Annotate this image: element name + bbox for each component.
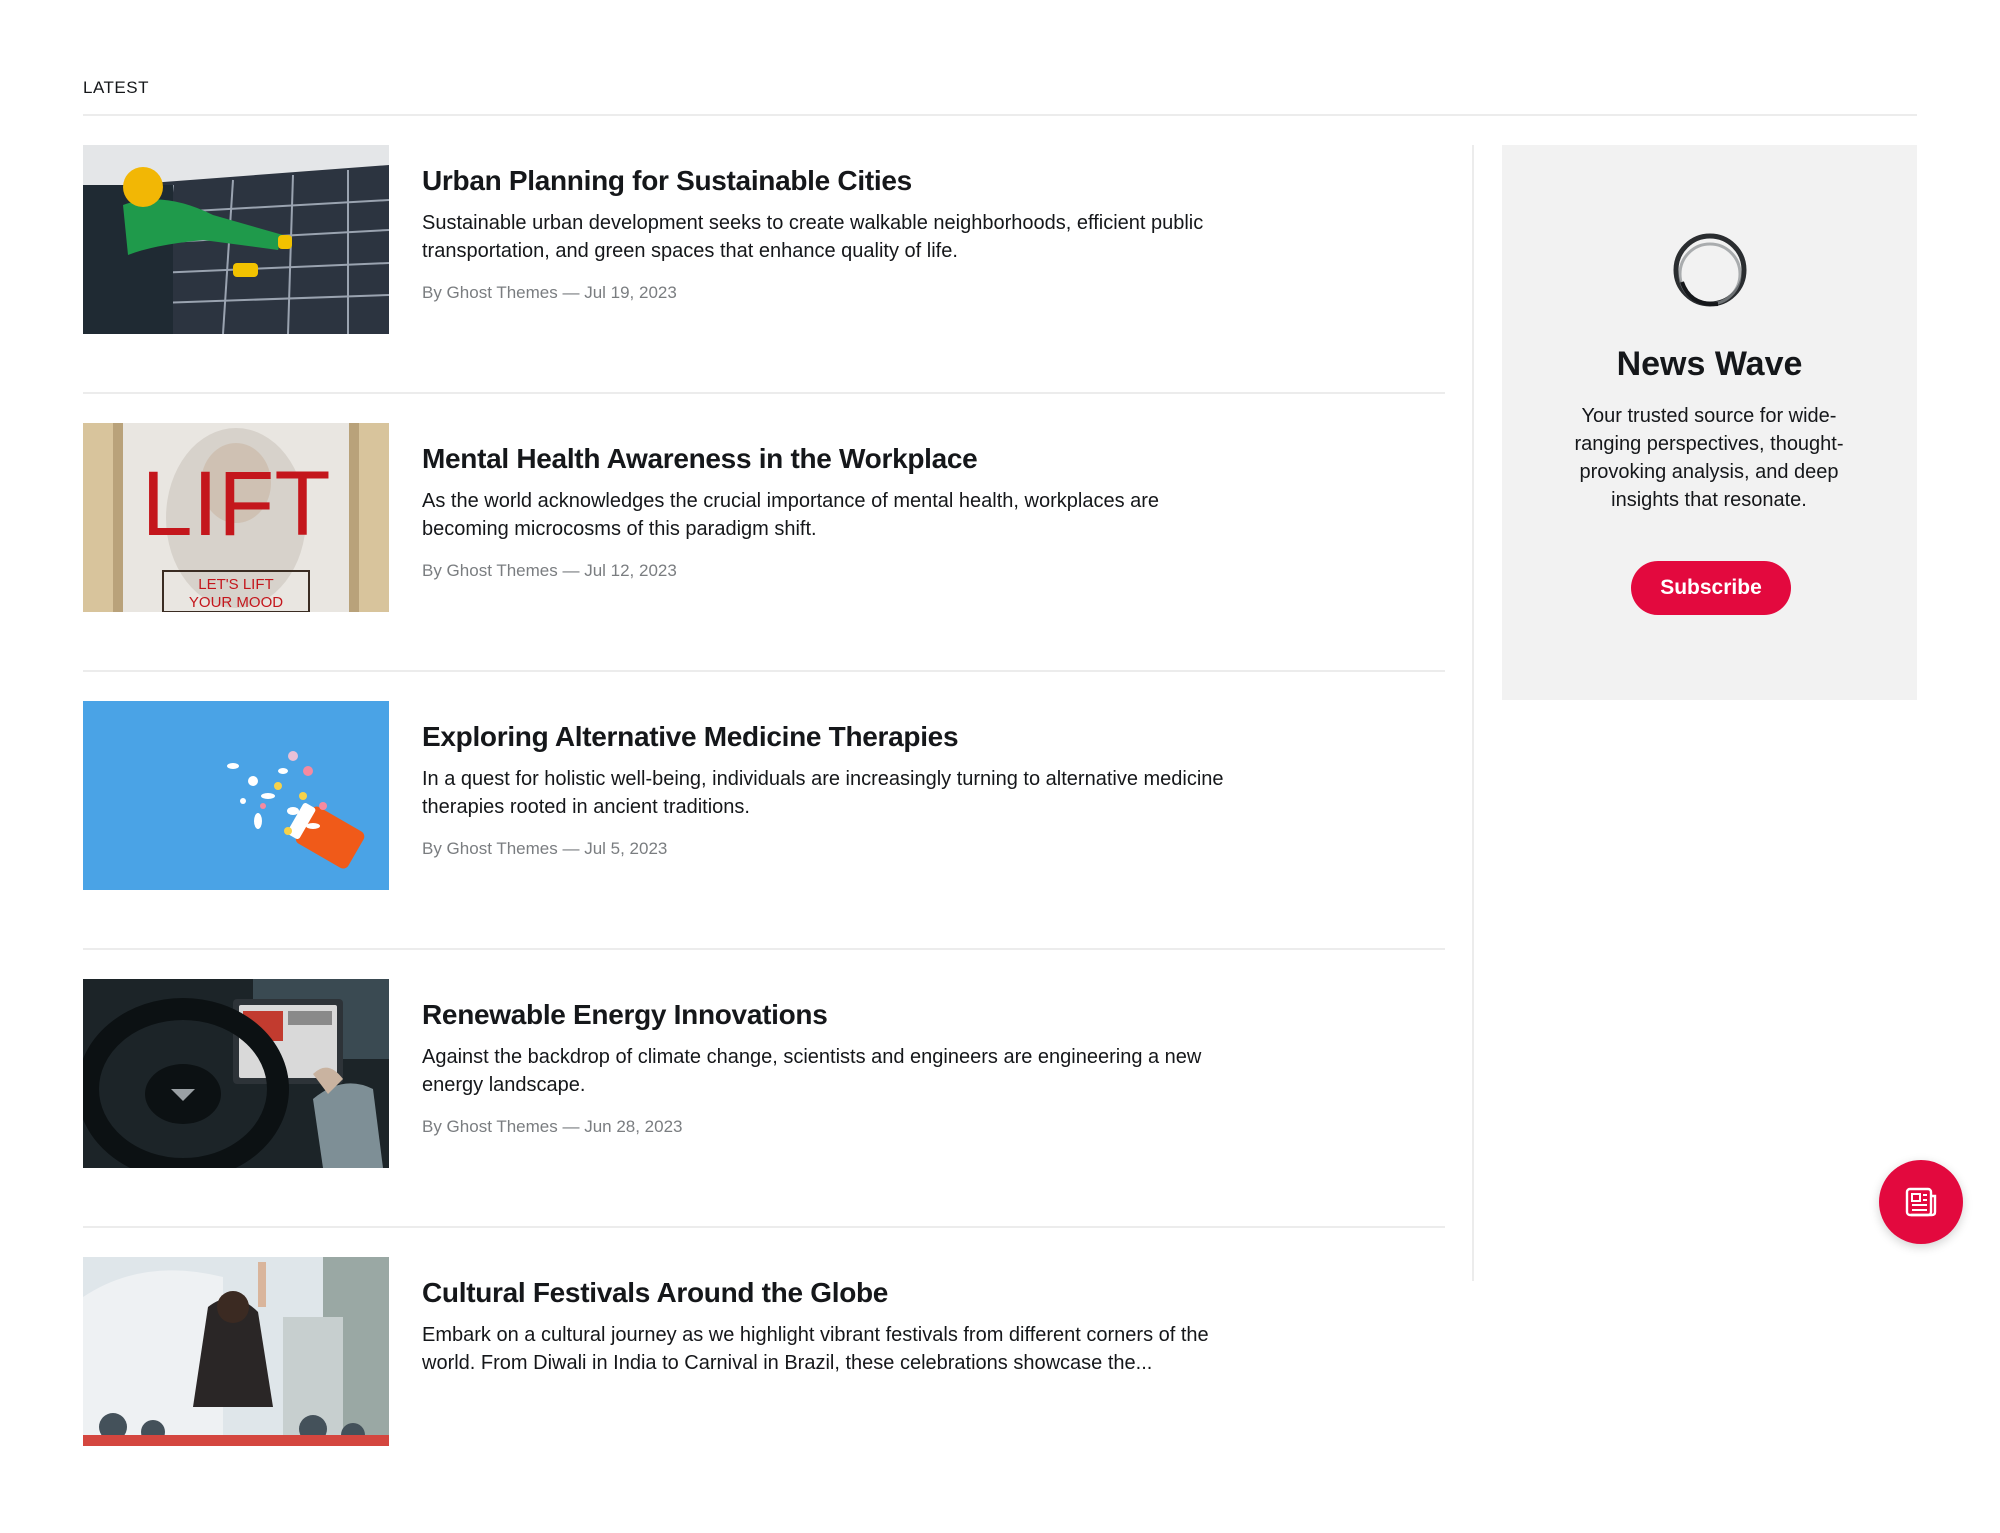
post-card: Exploring Alternative Medicine Therapies… xyxy=(83,701,1445,950)
sidebar-subscribe-card: News Wave Your trusted source for wide-r… xyxy=(1502,145,1917,700)
post-excerpt: Embark on a cultural journey as we highl… xyxy=(422,1324,1209,1374)
post-title[interactable]: Renewable Energy Innovations xyxy=(422,999,1322,1031)
brand-description: Your trusted source for wide-ranging per… xyxy=(1574,405,1844,511)
post-excerpt: Sustainable urban development seeks to c… xyxy=(422,212,1204,262)
post-meta: By Ghost Themes — Jul 12, 2023 xyxy=(422,561,677,580)
column-divider xyxy=(1472,145,1474,1281)
floating-action-button[interactable] xyxy=(1879,1160,1963,1244)
post-body: Renewable Energy Innovations Against the… xyxy=(422,999,1322,1137)
post-feed: Urban Planning for Sustainable Cities Su… xyxy=(83,145,1445,1533)
post-title[interactable]: Cultural Festivals Around the Globe xyxy=(422,1277,1322,1309)
section-label: LATEST xyxy=(83,78,149,97)
car-interior-image xyxy=(83,979,389,1168)
post-meta: By Ghost Themes — Jul 19, 2023 xyxy=(422,283,677,302)
subscribe-button[interactable]: Subscribe xyxy=(1631,561,1791,615)
post-card: Urban Planning for Sustainable Cities Su… xyxy=(83,145,1445,394)
brand-name: News Wave xyxy=(1616,345,1803,383)
post-body: Mental Health Awareness in the Workplace… xyxy=(422,443,1322,581)
pills-image xyxy=(83,701,389,890)
post-excerpt: As the world acknowledges the crucial im… xyxy=(422,490,1160,540)
post-thumbnail-car[interactable] xyxy=(83,979,389,1168)
post-title[interactable]: Exploring Alternative Medicine Therapies xyxy=(422,721,1322,753)
post-title[interactable]: Mental Health Awareness in the Workplace xyxy=(422,443,1322,475)
post-body: Cultural Festivals Around the Globe Emba… xyxy=(422,1277,1322,1395)
post-meta: By Ghost Themes — Jul 5, 2023 xyxy=(422,839,668,858)
post-thumbnail-pills[interactable] xyxy=(83,701,389,890)
lift-tagline-2: YOUR MOOD xyxy=(189,594,283,611)
post-meta: By Ghost Themes — Jun 28, 2023 xyxy=(422,1117,683,1136)
festival-image xyxy=(83,1257,389,1446)
post-card: Renewable Energy Innovations Against the… xyxy=(83,979,1445,1228)
lift-big-text: LIFT xyxy=(141,453,330,555)
post-card: LIFT LET'S LIFT YOUR MOOD Mental Health … xyxy=(83,423,1445,672)
post-excerpt: In a quest for holistic well-being, indi… xyxy=(422,768,1224,818)
post-excerpt: Against the backdrop of climate change, … xyxy=(422,1046,1202,1096)
post-thumbnail-solar[interactable] xyxy=(83,145,389,334)
newspaper-icon xyxy=(1905,1187,1937,1217)
post-body: Urban Planning for Sustainable Cities Su… xyxy=(422,165,1322,303)
top-divider xyxy=(83,114,1917,116)
lift-tagline-1: LET'S LIFT xyxy=(198,576,273,593)
post-thumbnail-festival[interactable] xyxy=(83,1257,389,1446)
lift-poster-image: LIFT LET'S LIFT YOUR MOOD xyxy=(83,423,389,612)
post-title[interactable]: Urban Planning for Sustainable Cities xyxy=(422,165,1322,197)
solar-panel-image xyxy=(83,145,389,334)
post-body: Exploring Alternative Medicine Therapies… xyxy=(422,721,1322,859)
post-card: Cultural Festivals Around the Globe Emba… xyxy=(83,1257,1445,1504)
post-thumbnail-lift[interactable]: LIFT LET'S LIFT YOUR MOOD xyxy=(83,423,389,612)
ring-logo-icon xyxy=(1673,233,1747,307)
